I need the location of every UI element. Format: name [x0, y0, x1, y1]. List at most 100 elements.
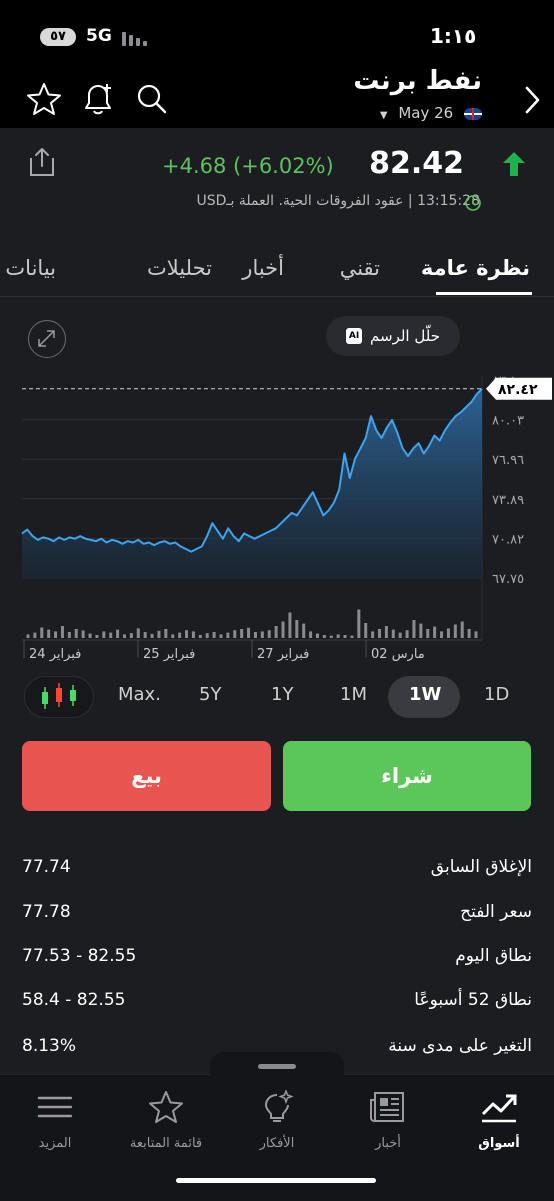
volume-bar	[295, 620, 299, 638]
volume-bar	[54, 631, 58, 638]
volume-bar	[150, 633, 154, 638]
price-chart[interactable]: ٨٣.١٨٠.٠٣٧٦.٩٦٧٣.٨٩٧٠.٨٢٦٧.٧٥ 24 فبراير2…	[0, 360, 554, 670]
volume-bar	[26, 634, 30, 638]
bell-plus-icon[interactable]	[80, 82, 116, 116]
price-area	[22, 388, 482, 578]
timeframe-1w[interactable]: 1W	[409, 684, 441, 705]
volume-bar	[446, 628, 450, 638]
lightbulb-icon	[264, 1088, 294, 1122]
stat-value: 77.53 - 82.55	[22, 946, 137, 966]
share-icon[interactable]	[28, 146, 56, 178]
volume-bar	[212, 632, 216, 638]
volume-bar	[398, 632, 402, 638]
volume-bar	[309, 631, 313, 638]
volume-bar	[157, 630, 161, 638]
y-tick-label: ٦٧.٧٥	[492, 572, 524, 587]
volume-bar	[67, 632, 71, 638]
expand-chart-button[interactable]	[28, 320, 66, 358]
volume-bar	[357, 609, 361, 638]
home-indicator	[176, 1178, 376, 1183]
volume-bar	[81, 630, 85, 638]
volume-bar	[122, 634, 126, 638]
tab-technical[interactable]: تقني	[340, 256, 380, 280]
volume-bar	[267, 630, 271, 638]
search-icon[interactable]	[134, 82, 170, 116]
dropdown-triangle-icon: ▼	[379, 110, 388, 121]
candlestick-icon	[42, 683, 76, 709]
volume-bar	[226, 632, 230, 638]
timeframe-1d[interactable]: 1D	[484, 684, 509, 705]
volume-bar	[302, 623, 306, 638]
volume-bar	[460, 621, 464, 638]
nav-markets[interactable]: أسواق	[444, 1090, 554, 1151]
active-tab-indicator	[436, 292, 532, 295]
volume-bar	[315, 633, 319, 638]
timeframe-1y[interactable]: 1Y	[271, 684, 293, 705]
tab-overview[interactable]: نظرة عامة	[421, 256, 530, 280]
star-outline-icon	[149, 1091, 183, 1123]
menu-icon	[37, 1096, 73, 1118]
contract-date-selector[interactable]: ▼ May 26	[380, 104, 482, 122]
volume-bar	[33, 632, 37, 638]
nav-ideas[interactable]: الأفكار	[222, 1088, 332, 1151]
volume-bar	[95, 635, 99, 638]
x-tick-label: 27 فبراير	[257, 647, 309, 662]
timeframe-5y[interactable]: 5Y	[199, 684, 221, 705]
y-tick-label: ٧٦.٩٦	[492, 453, 524, 468]
chart-type-toggle[interactable]	[24, 676, 94, 718]
volume-bar	[129, 633, 133, 638]
analyze-chart-button[interactable]: حلّل الرسم AI	[326, 316, 460, 356]
nav-watchlist[interactable]: قائمة المتابعة	[111, 1090, 221, 1151]
volume-bar	[143, 632, 147, 638]
volume-bar	[336, 634, 340, 638]
star-icon[interactable]	[26, 82, 62, 116]
stat-row: سعر الفتح 77.78	[22, 902, 532, 946]
volume-bar	[164, 629, 168, 638]
stat-label: نطاق 52 أسبوعًا	[414, 990, 532, 1010]
volume-bar	[60, 626, 64, 638]
volume-bar	[467, 629, 471, 638]
tab-news[interactable]: أخبار	[242, 256, 284, 280]
tab-analysis[interactable]: تحليلات	[147, 256, 212, 280]
volume-bar	[412, 620, 416, 638]
stat-value: 77.74	[22, 857, 71, 877]
volume-bar	[391, 629, 395, 638]
volume-bar	[433, 626, 437, 638]
stat-value: 77.78	[22, 902, 71, 922]
uk-flag-icon	[464, 107, 482, 120]
timeframe-max[interactable]: Max.	[118, 684, 161, 705]
stat-value: 8.13%	[22, 1036, 77, 1056]
volume-bar	[419, 623, 423, 638]
stat-row: الإغلاق السابق 77.74	[22, 857, 532, 901]
current-price: 82.42	[369, 146, 464, 181]
volume-bar	[233, 630, 237, 638]
volume-bar	[88, 633, 92, 638]
chart-trend-icon	[481, 1094, 517, 1123]
volume-bar	[288, 612, 292, 638]
timeframe-1m[interactable]: 1M	[340, 684, 367, 705]
quote-meta: 13:15:28 | عقود الفروقات الحية. العملة ب…	[196, 193, 480, 209]
nav-news[interactable]: أخبار	[333, 1090, 443, 1151]
volume-bar	[116, 629, 120, 638]
buy-button[interactable]: شراء	[283, 741, 531, 811]
volume-bar	[260, 631, 264, 638]
nav-more[interactable]: المزيد	[0, 1090, 110, 1151]
x-tick-label: 24 فبراير	[29, 647, 81, 662]
stat-label: نطاق اليوم	[455, 946, 532, 966]
back-chevron-icon[interactable]	[522, 84, 542, 116]
y-tick-label: ٧٣.٨٩	[492, 493, 524, 508]
drawer-handle-bar	[258, 1064, 296, 1069]
volume-bar	[281, 621, 285, 638]
nav-label: قائمة المتابعة	[129, 1136, 203, 1151]
sell-button[interactable]: بيع	[22, 741, 271, 811]
volume-bar	[102, 631, 106, 638]
tab-divider	[0, 296, 554, 297]
volume-bar	[178, 632, 182, 638]
nav-label: الأفكار	[259, 1136, 295, 1151]
volume-bar	[74, 629, 78, 638]
tab-data[interactable]: بيانات	[5, 256, 56, 280]
volume-bar	[378, 629, 382, 638]
volume-bar	[343, 635, 347, 638]
volume-bar	[322, 635, 326, 638]
instrument-title: نفط برنت	[353, 66, 482, 96]
